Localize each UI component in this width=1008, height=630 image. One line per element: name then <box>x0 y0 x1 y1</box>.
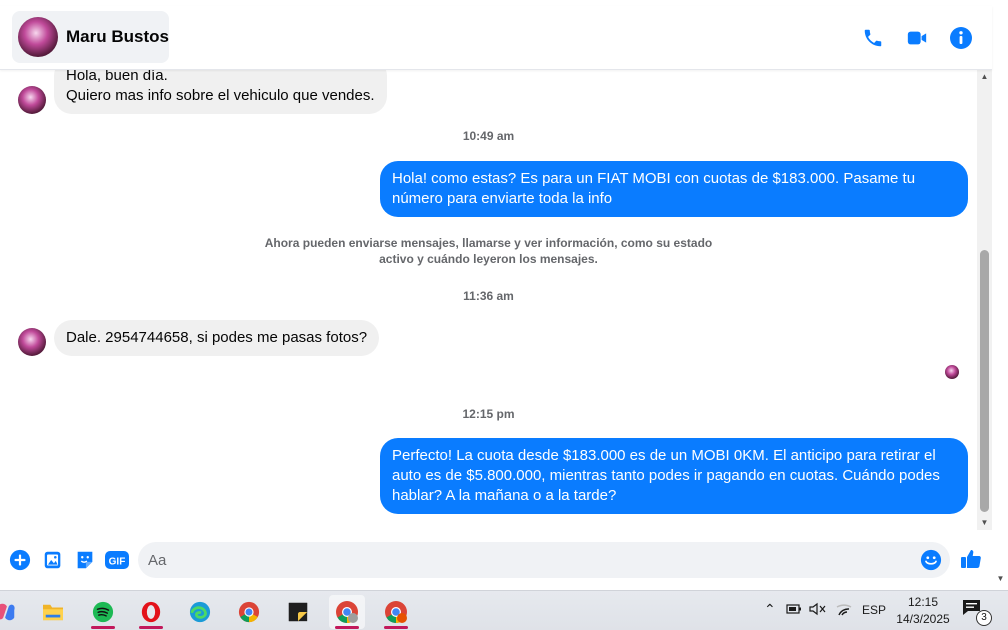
sticker-icon <box>77 551 93 569</box>
incoming-message-bubble[interactable]: Dale. 2954744658, si podes me pasas foto… <box>54 320 380 356</box>
contact-name: Maru Bustos <box>66 27 169 46</box>
chrome-button[interactable] <box>231 595 267 629</box>
scrollbar-thumb[interactable] <box>980 250 989 512</box>
contact-profile-button[interactable]: Maru Bustos <box>12 11 169 63</box>
chrome-profile-icon <box>336 601 358 623</box>
info-icon <box>950 27 972 49</box>
clock-time: 12:15 <box>907 595 939 609</box>
chrome-profile-2-icon <box>385 601 407 623</box>
more-actions-button[interactable] <box>8 548 32 572</box>
attach-media-button[interactable] <box>41 548 65 572</box>
windows-taskbar: ⌃ ESP 12:15 14/3/2025 3 <box>0 590 1008 630</box>
wifi-icon[interactable] <box>835 602 853 619</box>
sender-avatar <box>18 328 46 356</box>
sticky-notes-icon <box>288 602 308 622</box>
system-notice-line: activo y cuándo leyeron los mensajes. <box>379 252 598 266</box>
notification-count-badge: 3 <box>976 610 992 626</box>
edge-button[interactable] <box>182 595 218 629</box>
running-indicator <box>335 626 359 629</box>
messenger-window: Maru Bustos Hola, buen día. Quiero mas i… <box>0 0 1008 630</box>
spotify-button[interactable] <box>85 595 121 629</box>
sender-avatar <box>18 86 46 114</box>
conversation-info-button[interactable] <box>946 23 976 53</box>
chat-header: Maru Bustos <box>0 6 992 70</box>
message-input[interactable] <box>148 542 908 578</box>
running-indicator <box>91 626 115 629</box>
battery-icon[interactable] <box>786 602 802 619</box>
emoji-icon[interactable] <box>920 549 942 571</box>
video-camera-icon <box>907 31 927 45</box>
incoming-message-bubble[interactable]: Hola, buen día. Quiero mas info sobre el… <box>54 70 387 114</box>
opera-icon <box>141 601 161 623</box>
running-indicator <box>384 626 408 629</box>
like-icon <box>961 550 981 568</box>
plus-icon <box>9 549 31 571</box>
system-notice: Ahora pueden enviarse mensajes, llamarse… <box>0 235 977 267</box>
copilot-button[interactable] <box>0 595 24 629</box>
message-timestamp: 12:15 pm <box>462 407 515 421</box>
spotify-icon <box>92 601 114 623</box>
input-language-indicator[interactable]: ESP <box>862 603 886 617</box>
gif-icon: GIF <box>105 551 129 569</box>
outgoing-message-bubble[interactable]: Hola! como estas? Es para un FIAT MOBI c… <box>380 161 968 217</box>
notification-center-button[interactable]: 3 <box>962 599 992 627</box>
file-explorer-button[interactable] <box>35 595 71 629</box>
message-timestamp: 11:36 am <box>463 289 514 303</box>
incoming-message-row: Dale. 2954744658, si podes me pasas foto… <box>18 320 380 356</box>
message-list[interactable]: Hola, buen día. Quiero mas info sobre el… <box>0 70 977 530</box>
volume-muted-icon[interactable] <box>809 602 827 619</box>
gallery-icon <box>44 551 61 569</box>
scroll-down-arrow-icon[interactable]: ▼ <box>977 518 992 528</box>
message-composer: GIF <box>0 534 992 586</box>
audio-call-button[interactable] <box>858 23 888 53</box>
conversation-scrollbar[interactable]: ▲ ▼ <box>977 70 992 530</box>
chrome-profile-button[interactable] <box>329 595 365 629</box>
clock[interactable]: 12:15 14/3/2025 <box>888 594 958 628</box>
gif-button[interactable]: GIF <box>104 548 130 572</box>
opera-button[interactable] <box>133 595 169 629</box>
gif-label: GIF <box>109 557 126 568</box>
seen-receipt-avatar <box>945 365 959 379</box>
file-explorer-icon <box>43 604 63 621</box>
phone-icon <box>864 29 882 47</box>
message-timestamp: 10:49 am <box>462 129 515 143</box>
send-like-button[interactable] <box>958 546 984 572</box>
edge-icon <box>189 601 211 623</box>
chrome-profile-2-button[interactable] <box>378 595 414 629</box>
scroll-up-arrow-icon[interactable]: ▲ <box>977 72 992 82</box>
message-input-container[interactable] <box>138 542 950 578</box>
sticker-button[interactable] <box>73 548 97 572</box>
show-hidden-icons-chevron-icon[interactable]: ⌃ <box>764 601 776 618</box>
video-call-button[interactable] <box>902 23 932 53</box>
chrome-icon <box>238 601 260 623</box>
clock-date: 14/3/2025 <box>896 612 950 626</box>
running-indicator <box>139 626 163 629</box>
incoming-message-row: Hola, buen día. Quiero mas info sobre el… <box>18 70 387 114</box>
system-notice-line: Ahora pueden enviarse mensajes, llamarse… <box>264 236 713 250</box>
sticky-notes-button[interactable] <box>280 595 316 629</box>
copilot-icon <box>0 603 15 621</box>
outgoing-message-bubble[interactable]: Perfecto! La cuota desde $183.000 es de … <box>380 438 968 514</box>
page-scroll-down-arrow-icon[interactable]: ▼ <box>993 574 1008 586</box>
contact-avatar <box>18 17 58 57</box>
